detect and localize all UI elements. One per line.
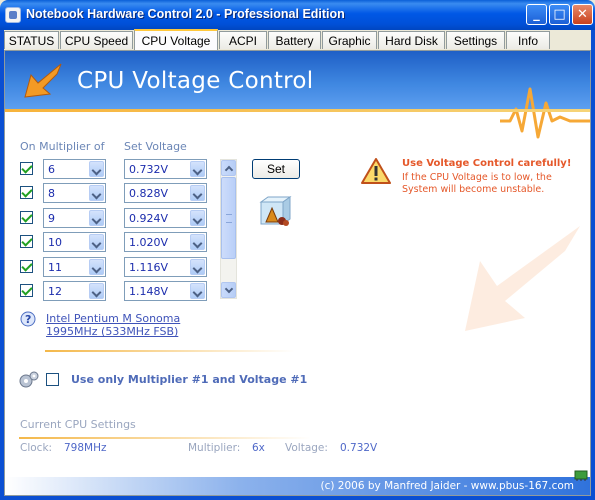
tab-content-panel: CPU Voltage Control On Multiplier of Set… xyxy=(4,50,591,496)
tab-acpi[interactable]: ACPI xyxy=(219,31,267,49)
chevron-down-icon[interactable] xyxy=(89,234,104,250)
warning-icon xyxy=(361,158,391,184)
row-1-enable-checkbox[interactable] xyxy=(20,162,33,175)
page-title: CPU Voltage Control xyxy=(77,68,314,94)
row-4-multiplier-select[interactable]: 10 xyxy=(43,232,106,252)
app-icon[interactable] xyxy=(5,7,21,23)
scrollbar-thumb[interactable] xyxy=(221,177,236,259)
tab-info[interactable]: Info xyxy=(506,31,550,49)
row-5-multiplier-select[interactable]: 11 xyxy=(43,257,106,277)
chip-icon xyxy=(574,470,588,481)
tab-graphic[interactable]: Graphic xyxy=(322,31,377,49)
tab-hard-disk[interactable]: Hard Disk xyxy=(378,31,445,49)
divider xyxy=(19,437,311,439)
row-6-enable-checkbox[interactable] xyxy=(20,284,33,297)
footer-bar: (c) 2006 by Manfred Jaider - www.pbus-16… xyxy=(5,477,590,495)
voltage-label: Voltage: xyxy=(285,442,328,454)
chevron-down-icon[interactable] xyxy=(190,259,205,275)
banner-accent-line xyxy=(5,109,590,112)
watermark-arrow-icon xyxy=(465,226,580,331)
cpu-model: Intel Pentium M Sonoma xyxy=(46,312,181,325)
tab-battery[interactable]: Battery xyxy=(268,31,321,49)
row-2-enable-checkbox[interactable] xyxy=(20,186,33,199)
current-settings-title: Current CPU Settings xyxy=(20,418,136,431)
chevron-down-icon[interactable] xyxy=(190,185,205,201)
header-banner: CPU Voltage Control xyxy=(5,51,590,139)
minimize-button[interactable]: _ xyxy=(526,4,547,25)
multiplier-column-header: On Multiplier of xyxy=(20,140,105,153)
tab-settings[interactable]: Settings xyxy=(446,31,505,49)
chevron-down-icon[interactable] xyxy=(190,283,205,299)
clock-label: Clock: xyxy=(20,442,53,454)
svg-text:?: ? xyxy=(25,313,31,326)
set-voltage-button[interactable]: Set xyxy=(252,159,300,179)
row-2-multiplier-select[interactable]: 8 xyxy=(43,183,106,203)
title-bar[interactable]: Notebook Hardware Control 2.0 - Professi… xyxy=(0,0,595,30)
chevron-down-icon[interactable] xyxy=(190,234,205,250)
gears-icon xyxy=(19,371,39,388)
divider xyxy=(45,350,295,352)
window-title: Notebook Hardware Control 2.0 - Professi… xyxy=(26,7,345,21)
row-3-multiplier-select[interactable]: 9 xyxy=(43,208,106,228)
multiplier-label: Multiplier: xyxy=(188,442,241,454)
chevron-down-icon[interactable] xyxy=(89,161,104,177)
logo-arrow-icon xyxy=(24,63,62,98)
chevron-down-icon[interactable] xyxy=(190,161,205,177)
maximize-button[interactable]: □ xyxy=(549,4,570,25)
row-5-enable-checkbox[interactable] xyxy=(20,260,33,273)
chevron-down-icon[interactable] xyxy=(89,259,104,275)
chevron-down-icon[interactable] xyxy=(89,283,104,299)
multiplier-value: 6x xyxy=(252,442,265,454)
row-1-multiplier-select[interactable]: 6 xyxy=(43,159,106,179)
row-5-voltage-select[interactable]: 1.116V xyxy=(124,257,207,277)
voltage-cube-icon xyxy=(259,196,292,226)
row-4-enable-checkbox[interactable] xyxy=(20,235,33,248)
warning-title: Use Voltage Control carefully! xyxy=(402,158,572,169)
voltage-value: 0.732V xyxy=(340,442,378,454)
cpu-frequency: 1995MHz (533MHz FSB) xyxy=(46,325,179,338)
tab-cpu-voltage[interactable]: CPU Voltage xyxy=(134,29,218,50)
row-1-voltage-select[interactable]: 0.732V xyxy=(124,159,207,179)
copyright-text: (c) 2006 by Manfred Jaider - www.pbus-16… xyxy=(320,480,574,492)
row-6-voltage-select[interactable]: 1.148V xyxy=(124,281,207,301)
warning-text: If the CPU Voltage is to low, the System… xyxy=(402,172,552,195)
row-3-enable-checkbox[interactable] xyxy=(20,211,33,224)
only-first-checkbox[interactable] xyxy=(46,373,59,386)
row-2-voltage-select[interactable]: 0.828V xyxy=(124,183,207,203)
tab-bar: STATUS CPU Speed CPU Voltage ACPI Batter… xyxy=(4,29,591,50)
chevron-down-icon[interactable] xyxy=(190,210,205,226)
scroll-down-icon[interactable] xyxy=(221,282,236,298)
help-icon[interactable]: ? xyxy=(20,311,36,327)
rows-scrollbar[interactable] xyxy=(220,159,237,299)
close-button[interactable]: ✕ xyxy=(572,4,593,25)
tab-status[interactable]: STATUS xyxy=(4,31,59,49)
scroll-up-icon[interactable] xyxy=(221,160,236,176)
cpu-info-link[interactable]: Intel Pentium M Sonoma 1995MHz (533MHz F… xyxy=(46,312,180,338)
chevron-down-icon[interactable] xyxy=(89,210,104,226)
voltage-column-header: Set Voltage xyxy=(124,140,187,153)
clock-value: 798MHz xyxy=(64,442,107,454)
row-3-voltage-select[interactable]: 0.924V xyxy=(124,208,207,228)
only-first-label[interactable]: Use only Multiplier #1 and Voltage #1 xyxy=(71,373,307,386)
window-frame-right xyxy=(591,30,595,500)
chevron-down-icon[interactable] xyxy=(89,185,104,201)
tab-cpu-speed[interactable]: CPU Speed xyxy=(60,31,133,49)
window-frame-bottom xyxy=(0,496,595,500)
row-4-voltage-select[interactable]: 1.020V xyxy=(124,232,207,252)
row-6-multiplier-select[interactable]: 12 xyxy=(43,281,106,301)
